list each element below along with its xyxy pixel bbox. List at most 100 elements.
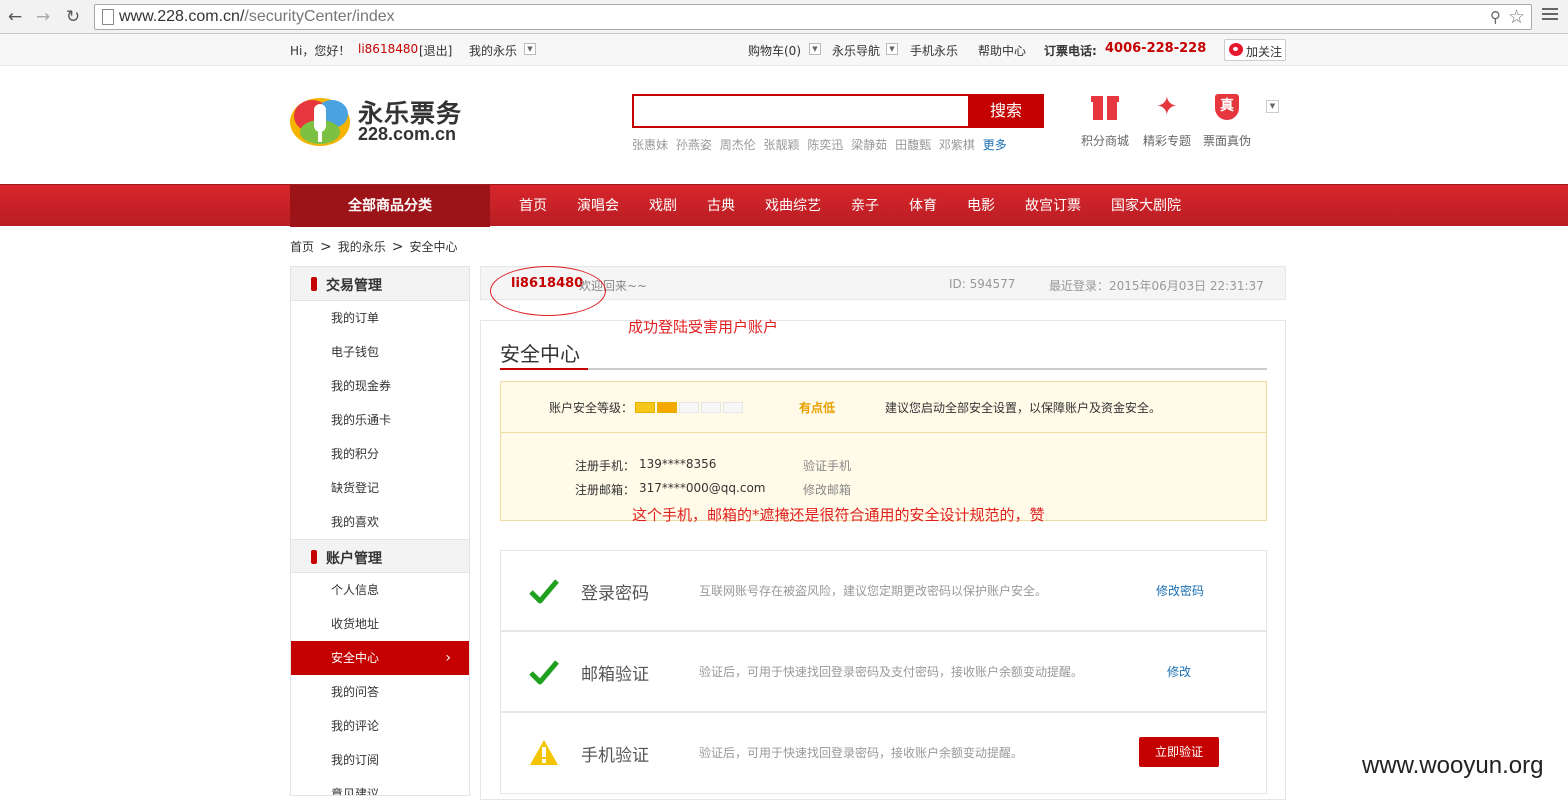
forward-arrow-icon[interactable]: →: [32, 6, 54, 28]
annotation-login-success: 成功登陆受害用户账户: [628, 318, 779, 336]
follow-label: 加关注: [1246, 45, 1283, 59]
breadcrumb-my-account[interactable]: 我的永乐: [338, 240, 386, 254]
chevron-down-icon[interactable]: ▼: [524, 43, 536, 55]
sidebar-item-feedback[interactable]: 意见建议: [291, 777, 469, 795]
chevron-down-icon[interactable]: ▼: [809, 43, 821, 55]
topbar-username-link[interactable]: li8618480: [358, 42, 418, 56]
featured-topics-link[interactable]: ✦ 精彩专题: [1137, 92, 1197, 149]
nav-item-national-theater[interactable]: 国家大剧院: [1111, 185, 1181, 227]
hot-word-link[interactable]: 邓紫棋: [939, 138, 975, 152]
mobile-link[interactable]: 手机永乐: [910, 42, 958, 59]
site-logo[interactable]: 永乐票务 228.com.cn: [290, 92, 470, 148]
sidebar-item-coupons[interactable]: 我的现金券: [291, 369, 469, 403]
logout-link[interactable]: [退出]: [419, 42, 452, 59]
sidebar-item-label: 安全中心: [331, 651, 380, 665]
security-item-name: 手机验证: [581, 746, 649, 766]
sidebar-item-points[interactable]: 我的积分: [291, 437, 469, 471]
email-value: 317****000@qq.com: [639, 481, 766, 495]
security-level-word: 有点低: [799, 401, 836, 415]
breadcrumb-home[interactable]: 首页: [290, 240, 314, 254]
user-id: ID: 594577: [949, 277, 1016, 291]
change-password-link[interactable]: 修改密码: [1156, 582, 1204, 599]
verify-now-button[interactable]: 立即验证: [1139, 737, 1219, 767]
more-hot-words-link[interactable]: 更多: [983, 138, 1007, 152]
sidebar-item-reviews[interactable]: 我的评论: [291, 709, 469, 743]
email-label: 注册邮箱：: [575, 483, 636, 497]
nav-item-drama[interactable]: 戏剧: [649, 185, 677, 227]
help-link[interactable]: 帮助中心: [978, 42, 1026, 59]
phone-value: 139****8356: [639, 457, 717, 471]
bookmark-star-icon[interactable]: ☆: [1508, 6, 1525, 28]
sidebar-item-out-of-stock[interactable]: 缺货登记: [291, 471, 469, 505]
sidebar-item-subscriptions[interactable]: 我的订阅: [291, 743, 469, 777]
meter-segment: [657, 402, 677, 413]
chevron-right-icon: ›: [445, 650, 451, 666]
hot-word-link[interactable]: 周杰伦: [720, 138, 756, 152]
nav-item-sports[interactable]: 体育: [909, 185, 937, 227]
weibo-follow-button[interactable]: 加关注: [1224, 39, 1286, 61]
key-icon[interactable]: ⚲: [1490, 8, 1501, 26]
change-email-link[interactable]: 修改邮箱: [803, 481, 851, 498]
sidebar-item-questions[interactable]: 我的问答: [291, 675, 469, 709]
account-sidebar: 交易管理 我的订单 电子钱包 我的现金券 我的乐通卡 我的积分 缺货登记 我的喜…: [290, 266, 470, 796]
hot-word-link[interactable]: 张惠妹: [632, 138, 668, 152]
browser-toolbar: ← → ↻ www.228.com.cn//securityCenter/ind…: [0, 0, 1568, 34]
site-nav-link[interactable]: 永乐导航: [832, 42, 880, 59]
security-item-desc: 验证后，可用于快速找回登录密码，接收账户余额变动提醒。: [699, 746, 1024, 760]
sidebar-item-address[interactable]: 收货地址: [291, 607, 469, 641]
hot-word-link[interactable]: 张靓颖: [764, 138, 800, 152]
sidebar-item-favorites[interactable]: 我的喜欢: [291, 505, 469, 539]
sidebar-group-trade: 交易管理: [291, 267, 469, 301]
ticket-authenticity-link[interactable]: 真 票面真伪: [1197, 92, 1257, 149]
nav-item-home[interactable]: 首页: [519, 185, 547, 227]
nav-item-palace-tickets[interactable]: 故宫订票: [1025, 185, 1081, 227]
title-underline: [500, 368, 588, 370]
address-bar[interactable]: www.228.com.cn//securityCenter/index ⚲ ☆: [94, 4, 1532, 30]
verify-phone-link[interactable]: 验证手机: [803, 457, 851, 474]
nav-item-concert[interactable]: 演唱会: [577, 185, 619, 227]
breadcrumb-separator: >: [391, 239, 404, 255]
points-mall-link[interactable]: 积分商城: [1075, 92, 1135, 149]
nav-item-family[interactable]: 亲子: [851, 185, 879, 227]
back-arrow-icon[interactable]: ←: [4, 6, 26, 28]
breadcrumb: 首页 > 我的永乐 > 安全中心: [290, 238, 458, 255]
nav-item-movie[interactable]: 电影: [967, 185, 995, 227]
warning-icon: [530, 740, 558, 765]
sidebar-item-profile[interactable]: 个人信息: [291, 573, 469, 607]
meter-segment: [679, 402, 699, 413]
all-categories-button[interactable]: 全部商品分类: [290, 185, 490, 227]
nav-item-opera-variety[interactable]: 戏曲综艺: [765, 185, 821, 227]
browser-menu-icon[interactable]: [1542, 8, 1558, 22]
sidebar-item-wallet[interactable]: 电子钱包: [291, 335, 469, 369]
sidebar-group-account: 账户管理: [291, 539, 469, 573]
hot-word-link[interactable]: 梁静茹: [851, 138, 887, 152]
hot-search-words: 张惠妹 孙燕姿 周杰伦 张靓颖 陈奕迅 梁静茹 田馥甄 邓紫棋 更多: [632, 136, 1011, 153]
gift-icon: [1090, 92, 1120, 122]
quick-link-label: 票面真伪: [1202, 134, 1251, 148]
sidebar-group-title: 账户管理: [326, 551, 382, 567]
magic-wand-icon: ✦: [1156, 92, 1178, 122]
quick-link-label: 积分商城: [1080, 134, 1129, 148]
weibo-icon: [1229, 43, 1243, 56]
meter-segment: [701, 402, 721, 413]
chevron-down-icon[interactable]: ▼: [886, 43, 898, 55]
search-input[interactable]: [632, 94, 968, 128]
cart-link[interactable]: 购物车(0): [748, 42, 801, 59]
hot-word-link[interactable]: 陈奕迅: [807, 138, 843, 152]
reload-icon[interactable]: ↻: [62, 6, 84, 28]
modify-email-link[interactable]: 修改: [1167, 663, 1191, 680]
sidebar-item-orders[interactable]: 我的订单: [291, 301, 469, 335]
security-row-email: 邮箱验证 验证后，可用于快速找回登录密码及支付密码，接收账户余额变动提醒。 修改: [500, 631, 1267, 712]
security-row-password: 登录密码 互联网账号存在被盗风险，建议您定期更改密码以保护账户安全。 修改密码: [500, 550, 1267, 631]
hot-word-link[interactable]: 田馥甄: [895, 138, 931, 152]
my-account-link[interactable]: 我的永乐: [469, 42, 517, 59]
nav-item-classical[interactable]: 古典: [707, 185, 735, 227]
search-button[interactable]: 搜索: [968, 94, 1044, 128]
hot-word-link[interactable]: 孙燕姿: [676, 138, 712, 152]
phone-label: 注册手机：: [575, 459, 636, 473]
sidebar-item-security[interactable]: 安全中心 ›: [291, 641, 469, 675]
level-divider: [501, 432, 1266, 433]
security-item-name: 邮箱验证: [581, 665, 649, 685]
chevron-down-icon[interactable]: ▼: [1266, 100, 1279, 113]
sidebar-item-letong-card[interactable]: 我的乐通卡: [291, 403, 469, 437]
